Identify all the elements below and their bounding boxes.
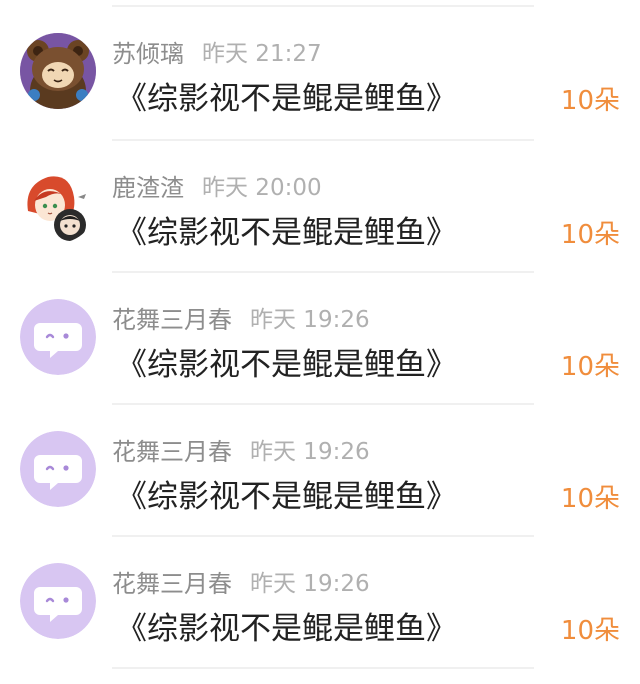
book-title[interactable]: 《综影视不是鲲是鲤鱼》: [116, 343, 457, 387]
wink-chat-bubble-avatar-icon[interactable]: [20, 563, 96, 639]
list-item[interactable]: 苏倾璃 昨天 21:27 《综影视不是鲲是鲤鱼》 10朵: [0, 5, 640, 137]
wink-chat-bubble-avatar-icon[interactable]: [20, 431, 96, 507]
wink-chat-bubble-avatar-icon[interactable]: [20, 299, 96, 375]
entry-meta: 花舞三月春 昨天 19:26: [112, 301, 370, 339]
flower-count: 10朵: [560, 86, 620, 116]
timestamp: 昨天 20:00: [202, 175, 322, 201]
flower-count: 10朵: [560, 352, 620, 382]
entry-meta: 花舞三月春 昨天 19:26: [112, 433, 370, 471]
username[interactable]: 鹿渣渣: [112, 169, 184, 207]
book-title[interactable]: 《综影视不是鲲是鲤鱼》: [116, 211, 457, 255]
chibi-characters-avatar-icon[interactable]: [20, 167, 96, 243]
gift-record-list: 苏倾璃 昨天 21:27 《综影视不是鲲是鲤鱼》 10朵 鹿渣渣 昨天 20:0…: [0, 0, 640, 684]
username[interactable]: 花舞三月春: [112, 433, 232, 471]
entry-meta: 苏倾璃 昨天 21:27: [112, 35, 322, 73]
divider: [112, 667, 534, 669]
flower-count: 10朵: [560, 220, 620, 250]
list-item[interactable]: 花舞三月春 昨天 19:26 《综影视不是鲲是鲤鱼》 10朵: [0, 535, 640, 667]
entry-meta: 鹿渣渣 昨天 20:00: [112, 169, 322, 207]
list-item[interactable]: 花舞三月春 昨天 19:26 《综影视不是鲲是鲤鱼》 10朵: [0, 271, 640, 403]
timestamp: 昨天 19:26: [250, 439, 370, 465]
username[interactable]: 花舞三月春: [112, 565, 232, 603]
book-title[interactable]: 《综影视不是鲲是鲤鱼》: [116, 607, 457, 651]
book-title[interactable]: 《综影视不是鲲是鲤鱼》: [116, 77, 457, 121]
timestamp: 昨天 19:26: [250, 571, 370, 597]
entry-meta: 花舞三月春 昨天 19:26: [112, 565, 370, 603]
list-item[interactable]: 花舞三月春 昨天 19:26 《综影视不是鲲是鲤鱼》 10朵: [0, 403, 640, 535]
username[interactable]: 花舞三月春: [112, 301, 232, 339]
book-title[interactable]: 《综影视不是鲲是鲤鱼》: [116, 475, 457, 519]
list-item[interactable]: 鹿渣渣 昨天 20:00 《综影视不是鲲是鲤鱼》 10朵: [0, 139, 640, 271]
flower-count: 10朵: [560, 616, 620, 646]
timestamp: 昨天 19:26: [250, 307, 370, 333]
flower-count: 10朵: [560, 484, 620, 514]
bear-costume-avatar-icon[interactable]: [20, 33, 96, 109]
username[interactable]: 苏倾璃: [112, 35, 184, 73]
timestamp: 昨天 21:27: [202, 41, 322, 67]
